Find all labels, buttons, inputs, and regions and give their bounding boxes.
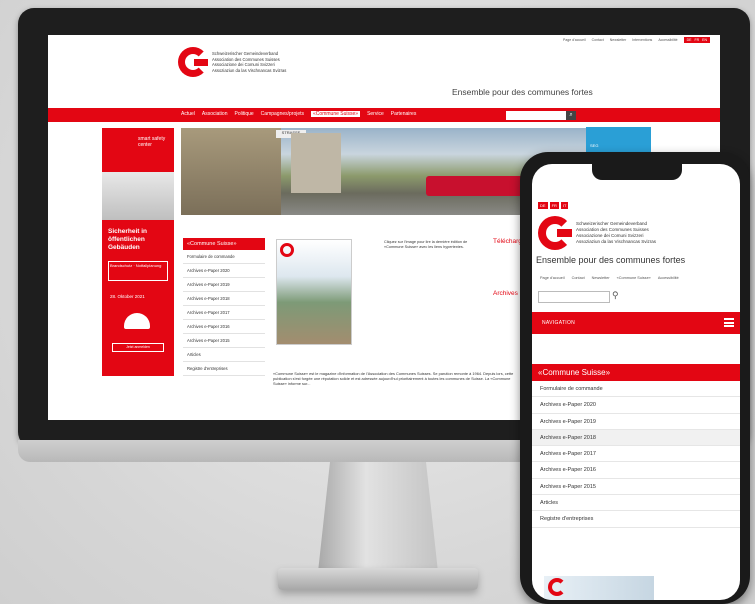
sidenav-item[interactable]: Archives e-Paper 2018 (183, 292, 265, 306)
left-ad-banner[interactable]: smart safety center Sicherheit in öffent… (102, 128, 174, 376)
navigation-label: NAVIGATION (542, 320, 576, 326)
phone-link-contact[interactable]: Contact (572, 276, 585, 280)
ad-headline: Sicherheit in öffentlichen Gebäuden (108, 228, 148, 251)
sidenav-item[interactable]: Archives e-Paper 2015 (183, 334, 265, 348)
sidenav-item[interactable]: Archives e-Paper 2017 (183, 306, 265, 320)
section-item[interactable]: Archives e-Paper 2020 (532, 397, 740, 414)
nav-item-commune-suisse[interactable]: «Commune Suisse» (311, 111, 361, 117)
phone-section-menu: «Commune Suisse» Formulaire de commande … (532, 364, 740, 528)
g-logo-icon (548, 578, 566, 596)
imac-stand (318, 462, 438, 572)
ad-photo (102, 172, 174, 220)
helmet-icon (124, 313, 150, 329)
logo-line: Schweizerischer Gemeindeverband (212, 51, 279, 56)
section-item[interactable]: Archives e-Paper 2015 (532, 479, 740, 496)
intro-paragraph: «Commune Suisse» est le magazine d'infor… (273, 371, 514, 387)
lang-de[interactable]: DE (538, 202, 548, 209)
nav-item-partenaires[interactable]: Partenaires (391, 111, 417, 117)
section-item[interactable]: Archives e-Paper 2019 (532, 414, 740, 430)
phone-link-accessibility[interactable]: Accessibilité (658, 276, 679, 280)
phone-link-commune[interactable]: «Commune Suisse» (617, 276, 651, 280)
archives-heading: Archives (493, 290, 518, 297)
ad-brand: smart safety center (138, 136, 166, 148)
phone-service-links: Page d'accueil Contact Newsletter «Commu… (540, 276, 679, 280)
sidenav-item[interactable]: Registre d'entreprises (183, 362, 265, 376)
topbar-link-home[interactable]: Page d'accueil (563, 38, 586, 42)
lang-fr[interactable]: FR (549, 202, 559, 209)
topbar-link-accessibility[interactable]: Accessibilité (658, 38, 677, 42)
lang-it[interactable]: IT (560, 202, 569, 209)
desktop-topbar: Page d'accueil Contact Newsletter Interv… (563, 37, 710, 43)
lang-fr[interactable]: FR (694, 38, 699, 42)
section-title[interactable]: «Commune Suisse» (532, 364, 740, 381)
language-switcher: DE FR EN (683, 37, 710, 43)
g-logo-icon (280, 243, 294, 257)
topbar-link-contact[interactable]: Contact (592, 38, 604, 42)
sidenav-title[interactable]: «Commune Suisse» (183, 238, 265, 250)
blue-box-label: SEG (590, 143, 599, 148)
ad-date: 28. Oktober 2021 (110, 294, 145, 299)
nav-item-campagnes[interactable]: Campagnes/projets (261, 111, 304, 117)
section-item[interactable]: Archives e-Paper 2016 (532, 462, 740, 479)
phone-slogan: Ensemble pour des communes fortes (536, 255, 686, 265)
logo-line: Assoziaziun da las Vischnancas Svizras (576, 239, 656, 244)
desktop-slogan: Ensemble pour des communes fortes (452, 87, 593, 97)
phone-navigation-bar[interactable]: NAVIGATION (532, 312, 740, 334)
hero-building (181, 128, 281, 215)
ad-topics: Brandschutz · Notfallplanung (108, 261, 168, 281)
ad-register-button[interactable]: Jetzt anmelden (112, 343, 164, 352)
nav-item-association[interactable]: Association (202, 111, 228, 117)
sidenav-item[interactable]: Articles (183, 348, 265, 362)
phone-logo[interactable]: Schweizerischer Gemeindeverband Associat… (538, 216, 656, 250)
magazine-cover[interactable] (276, 239, 352, 345)
lang-en[interactable]: EN (702, 38, 707, 42)
section-item[interactable]: Formulaire de commande (532, 381, 740, 398)
lang-de[interactable]: DE (687, 38, 692, 42)
g-logo-icon (538, 216, 572, 250)
sidenav-item[interactable]: Formulaire de commande (183, 250, 265, 264)
desktop-logo[interactable]: Schweizerischer Gemeindeverband Associat… (178, 47, 286, 77)
search-icon[interactable]: ⌕ (566, 111, 576, 120)
phone-language-switcher: DE FR IT (538, 202, 569, 209)
section-item[interactable]: Registre d'entreprises (532, 511, 740, 528)
topbar-link-interventions[interactable]: Interventions (632, 38, 652, 42)
section-item[interactable]: Articles (532, 495, 740, 512)
smartphone: DE FR IT Schweizerischer Gemeindeverband… (520, 152, 750, 604)
magazine-info-text: Cliquez sur l'image pour lire la dernièr… (384, 240, 468, 249)
desktop-sidenav: «Commune Suisse» Formulaire de commande … (183, 238, 265, 376)
phone-magazine-preview[interactable] (544, 576, 654, 600)
phone-search-input[interactable] (538, 291, 610, 303)
nav-item-politique[interactable]: Politique (234, 111, 253, 117)
section-item[interactable]: Archives e-Paper 2017 (532, 446, 740, 463)
nav-item-actuel[interactable]: Actuel (181, 111, 195, 117)
imac-stand-base (278, 568, 478, 590)
search-icon[interactable]: ⚲ (612, 290, 619, 301)
g-logo-icon (178, 47, 208, 77)
sidenav-item[interactable]: Archives e-Paper 2020 (183, 264, 265, 278)
sidenav-item[interactable]: Archives e-Paper 2019 (183, 278, 265, 292)
nav-item-service[interactable]: Service (367, 111, 384, 117)
phone-screen: DE FR IT Schweizerischer Gemeindeverband… (532, 164, 740, 600)
desktop-main-nav: Actuel Association Politique Campagnes/p… (48, 108, 720, 122)
phone-notch (592, 164, 682, 180)
phone-link-newsletter[interactable]: Newsletter (592, 276, 610, 280)
sidenav-item[interactable]: Archives e-Paper 2016 (183, 320, 265, 334)
logo-line: Assoziaziun da las Vischnancas Svizras (212, 67, 287, 73)
hamburger-menu-icon[interactable] (724, 318, 734, 327)
hero-building (291, 133, 341, 193)
topbar-link-newsletter[interactable]: Newsletter (610, 38, 627, 42)
logo-text: Schweizerischer Gemeindeverband Associat… (212, 51, 286, 73)
logo-text: Schweizerischer Gemeindeverband Associat… (576, 221, 656, 245)
section-item-highlighted[interactable]: Archives e-Paper 2018 (532, 429, 740, 447)
phone-link-home[interactable]: Page d'accueil (540, 276, 565, 280)
desktop-search-input[interactable] (506, 111, 566, 120)
